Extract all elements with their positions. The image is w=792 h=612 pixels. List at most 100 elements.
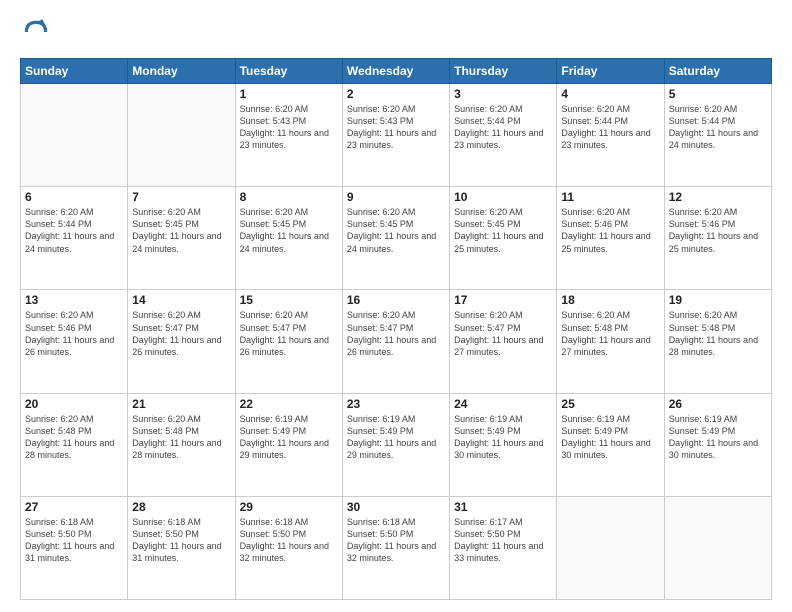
- calendar-cell: 11Sunrise: 6:20 AMSunset: 5:46 PMDayligh…: [557, 187, 664, 290]
- sunrise-text: Sunrise: 6:18 AM: [132, 516, 230, 528]
- daylight-text: Daylight: 11 hours and 25 minutes.: [669, 230, 767, 254]
- sunset-text: Sunset: 5:48 PM: [561, 322, 659, 334]
- sunset-text: Sunset: 5:47 PM: [132, 322, 230, 334]
- daylight-text: Daylight: 11 hours and 30 minutes.: [561, 437, 659, 461]
- daylight-text: Daylight: 11 hours and 26 minutes.: [347, 334, 445, 358]
- daylight-text: Daylight: 11 hours and 29 minutes.: [240, 437, 338, 461]
- day-number: 19: [669, 293, 767, 307]
- calendar-day-header: Saturday: [664, 59, 771, 84]
- daylight-text: Daylight: 11 hours and 29 minutes.: [347, 437, 445, 461]
- calendar-cell: 8Sunrise: 6:20 AMSunset: 5:45 PMDaylight…: [235, 187, 342, 290]
- day-number: 26: [669, 397, 767, 411]
- daylight-text: Daylight: 11 hours and 23 minutes.: [347, 127, 445, 151]
- sunset-text: Sunset: 5:47 PM: [347, 322, 445, 334]
- day-number: 31: [454, 500, 552, 514]
- calendar-day-header: Thursday: [450, 59, 557, 84]
- sunset-text: Sunset: 5:43 PM: [347, 115, 445, 127]
- sunrise-text: Sunrise: 6:20 AM: [561, 103, 659, 115]
- sunrise-text: Sunrise: 6:20 AM: [347, 103, 445, 115]
- sunset-text: Sunset: 5:46 PM: [25, 322, 123, 334]
- daylight-text: Daylight: 11 hours and 24 minutes.: [132, 230, 230, 254]
- day-info: Sunrise: 6:20 AMSunset: 5:44 PMDaylight:…: [454, 103, 552, 152]
- daylight-text: Daylight: 11 hours and 33 minutes.: [454, 540, 552, 564]
- sunrise-text: Sunrise: 6:17 AM: [454, 516, 552, 528]
- sunrise-text: Sunrise: 6:19 AM: [561, 413, 659, 425]
- day-number: 25: [561, 397, 659, 411]
- day-info: Sunrise: 6:20 AMSunset: 5:45 PMDaylight:…: [454, 206, 552, 255]
- daylight-text: Daylight: 11 hours and 32 minutes.: [240, 540, 338, 564]
- sunset-text: Sunset: 5:50 PM: [25, 528, 123, 540]
- sunset-text: Sunset: 5:46 PM: [561, 218, 659, 230]
- sunset-text: Sunset: 5:50 PM: [454, 528, 552, 540]
- sunset-text: Sunset: 5:47 PM: [454, 322, 552, 334]
- day-number: 21: [132, 397, 230, 411]
- sunrise-text: Sunrise: 6:20 AM: [347, 309, 445, 321]
- daylight-text: Daylight: 11 hours and 24 minutes.: [240, 230, 338, 254]
- sunset-text: Sunset: 5:44 PM: [561, 115, 659, 127]
- day-info: Sunrise: 6:20 AMSunset: 5:46 PMDaylight:…: [669, 206, 767, 255]
- calendar-table: SundayMondayTuesdayWednesdayThursdayFrid…: [20, 58, 772, 600]
- daylight-text: Daylight: 11 hours and 26 minutes.: [240, 334, 338, 358]
- day-number: 13: [25, 293, 123, 307]
- day-number: 8: [240, 190, 338, 204]
- calendar-cell: 13 Sunrise: 6:20 AMSunset: 5:46 PMDayligh…: [21, 290, 128, 393]
- sunset-text: Sunset: 5:44 PM: [669, 115, 767, 127]
- day-info: Sunrise: 6:19 AMSunset: 5:49 PMDaylight:…: [347, 413, 445, 462]
- calendar-cell: 2Sunrise: 6:20 AMSunset: 5:43 PMDaylight…: [342, 84, 449, 187]
- sunset-text: Sunset: 5:44 PM: [25, 218, 123, 230]
- calendar-day-header: Sunday: [21, 59, 128, 84]
- day-number: 9: [347, 190, 445, 204]
- calendar-cell: 24Sunrise: 6:19 AMSunset: 5:49 PMDayligh…: [450, 393, 557, 496]
- sunset-text: Sunset: 5:50 PM: [347, 528, 445, 540]
- day-number: 27: [25, 500, 123, 514]
- sunset-text: Sunset: 5:49 PM: [454, 425, 552, 437]
- day-info: Sunrise: 6:18 AMSunset: 5:50 PMDaylight:…: [132, 516, 230, 565]
- calendar-cell: 9Sunrise: 6:20 AMSunset: 5:45 PMDaylight…: [342, 187, 449, 290]
- day-info: Sunrise: 6:20 AMSunset: 5:47 PMDaylight:…: [240, 309, 338, 358]
- sunrise-text: Sunrise: 6:18 AM: [25, 516, 123, 528]
- day-info: Sunrise: 6:20 AMSunset: 5:48 PMDaylight:…: [25, 413, 123, 462]
- header: [20, 16, 772, 48]
- daylight-text: Daylight: 11 hours and 25 minutes.: [454, 230, 552, 254]
- daylight-text: Daylight: 11 hours and 28 minutes.: [669, 334, 767, 358]
- sunrise-text: Sunrise: 6:20 AM: [561, 206, 659, 218]
- sunrise-text: Sunrise: 6:20 AM: [240, 206, 338, 218]
- day-number: 4: [561, 87, 659, 101]
- sunset-text: Sunset: 5:49 PM: [240, 425, 338, 437]
- day-info: Sunrise: 6:20 AMSunset: 5:46 PMDaylight:…: [561, 206, 659, 255]
- sunset-text: Sunset: 5:46 PM: [669, 218, 767, 230]
- sunset-text: Sunset: 5:48 PM: [669, 322, 767, 334]
- daylight-text: Daylight: 11 hours and 23 minutes.: [240, 127, 338, 151]
- calendar-cell: 7Sunrise: 6:20 AMSunset: 5:45 PMDaylight…: [128, 187, 235, 290]
- sunrise-text: Sunrise: 6:20 AM: [25, 309, 123, 321]
- daylight-text: Daylight: 11 hours and 27 minutes.: [561, 334, 659, 358]
- calendar-day-header: Monday: [128, 59, 235, 84]
- day-info: Sunrise: 6:19 AMSunset: 5:49 PMDaylight:…: [669, 413, 767, 462]
- day-number: 15: [240, 293, 338, 307]
- day-info: Sunrise: 6:19 AMSunset: 5:49 PMDaylight:…: [561, 413, 659, 462]
- sunset-text: Sunset: 5:49 PM: [561, 425, 659, 437]
- calendar-cell: 20Sunrise: 6:20 AMSunset: 5:48 PMDayligh…: [21, 393, 128, 496]
- day-number: 12: [669, 190, 767, 204]
- day-info: Sunrise: 6:20 AMSunset: 5:46 PMDaylight:…: [25, 309, 123, 358]
- daylight-text: Daylight: 11 hours and 28 minutes.: [25, 437, 123, 461]
- day-info: Sunrise: 6:20 AMSunset: 5:45 PMDaylight:…: [132, 206, 230, 255]
- sunset-text: Sunset: 5:45 PM: [454, 218, 552, 230]
- day-number: 6: [25, 190, 123, 204]
- day-number: 10: [454, 190, 552, 204]
- daylight-text: Daylight: 11 hours and 26 minutes.: [132, 334, 230, 358]
- sunrise-text: Sunrise: 6:20 AM: [132, 413, 230, 425]
- day-number: 24: [454, 397, 552, 411]
- calendar-day-header: Friday: [557, 59, 664, 84]
- day-number: 5: [669, 87, 767, 101]
- day-number: 28: [132, 500, 230, 514]
- sunrise-text: Sunrise: 6:20 AM: [25, 206, 123, 218]
- sunset-text: Sunset: 5:50 PM: [240, 528, 338, 540]
- day-info: Sunrise: 6:18 AMSunset: 5:50 PMDaylight:…: [240, 516, 338, 565]
- calendar-week-row: 13Sunrise: 6:20 AMSunset: 5:46 PMDayligh…: [21, 290, 772, 393]
- sunrise-text: Sunrise: 6:20 AM: [132, 206, 230, 218]
- daylight-text: Daylight: 11 hours and 24 minutes.: [347, 230, 445, 254]
- day-info: Sunrise: 6:20 AMSunset: 5:43 PMDaylight:…: [347, 103, 445, 152]
- day-info: Sunrise: 6:20 AMSunset: 5:44 PMDaylight:…: [561, 103, 659, 152]
- day-number: 29: [240, 500, 338, 514]
